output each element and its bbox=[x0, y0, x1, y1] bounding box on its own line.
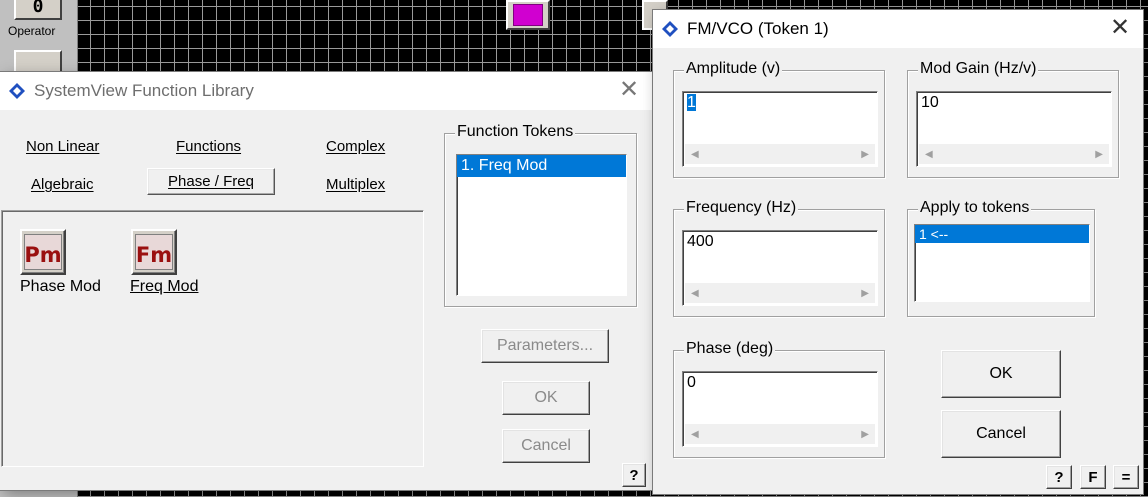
sine-icon bbox=[513, 4, 543, 26]
function-library-dialog: SystemView Function Library ✕ Non Linear… bbox=[0, 72, 652, 490]
frequency-scrollbar[interactable]: ◀ ▶ bbox=[685, 283, 875, 303]
scroll-left-icon[interactable]: ◀ bbox=[691, 149, 699, 160]
apply-tokens-title: Apply to tokens bbox=[918, 199, 1032, 217]
scroll-left-icon[interactable]: ◀ bbox=[691, 288, 699, 299]
fm-icon: Fm bbox=[135, 234, 173, 270]
scroll-right-icon[interactable]: ▶ bbox=[861, 429, 869, 440]
library-help-button[interactable]: ? bbox=[622, 463, 646, 487]
frequency-group: Frequency (Hz) 400 ◀ ▶ bbox=[673, 199, 885, 317]
mod-gain-value: 10 bbox=[921, 94, 939, 111]
pm-icon: Pm bbox=[24, 234, 62, 270]
fm-title: FM/VCO (Token 1) bbox=[687, 19, 829, 38]
scroll-left-icon[interactable]: ◀ bbox=[925, 149, 933, 160]
phase-field[interactable]: 0 ◀ ▶ bbox=[682, 371, 878, 447]
apply-tokens-group: Apply to tokens 1 <-- bbox=[907, 199, 1095, 317]
library-title: SystemView Function Library bbox=[34, 81, 254, 100]
tab-complex[interactable]: Complex bbox=[326, 138, 385, 155]
fm-titlebar[interactable]: FM/VCO (Token 1) ✕ bbox=[653, 10, 1143, 48]
list-item[interactable]: 1 <-- bbox=[915, 225, 1089, 243]
operator-glyph: 0 bbox=[32, 0, 44, 17]
phase-mod-label: Phase Mod bbox=[20, 278, 101, 295]
library-close-icon[interactable]: ✕ bbox=[616, 78, 642, 104]
operator-token-button[interactable]: 0 bbox=[14, 0, 62, 20]
tab-non-linear[interactable]: Non Linear bbox=[26, 138, 99, 155]
scroll-right-icon[interactable]: ▶ bbox=[861, 149, 869, 160]
fm-vco-dialog: FM/VCO (Token 1) ✕ Amplitude (v) 1 ◀ ▶ Mo… bbox=[653, 10, 1143, 494]
fm-equals-button[interactable]: = bbox=[1113, 465, 1139, 489]
library-titlebar[interactable]: SystemView Function Library ✕ bbox=[0, 72, 652, 110]
fm-f-button[interactable]: F bbox=[1080, 465, 1106, 489]
tab-multiplex[interactable]: Multiplex bbox=[326, 176, 385, 193]
scroll-right-icon[interactable]: ▶ bbox=[1095, 149, 1103, 160]
app-diamond-icon bbox=[9, 83, 25, 99]
parameters-button[interactable]: Parameters... bbox=[481, 329, 609, 363]
phase-mod-tool[interactable]: Pm bbox=[20, 229, 66, 275]
apply-tokens-list[interactable]: 1 <-- bbox=[914, 224, 1090, 302]
scroll-right-icon[interactable]: ▶ bbox=[861, 288, 869, 299]
tab-phase-freq[interactable]: Phase / Freq bbox=[147, 168, 275, 195]
mod-gain-scrollbar[interactable]: ◀ ▶ bbox=[919, 144, 1109, 164]
tab-algebraic[interactable]: Algebraic bbox=[31, 176, 94, 193]
amplitude-label: Amplitude (v) bbox=[684, 60, 783, 78]
frequency-label: Frequency (Hz) bbox=[684, 199, 799, 217]
phase-scrollbar[interactable]: ◀ ▶ bbox=[685, 424, 875, 444]
frequency-field[interactable]: 400 ◀ ▶ bbox=[682, 230, 878, 306]
amplitude-group: Amplitude (v) 1 ◀ ▶ bbox=[673, 60, 885, 178]
fm-close-icon[interactable]: ✕ bbox=[1107, 16, 1133, 42]
operator-label: Operator bbox=[8, 24, 56, 38]
function-tokens-list[interactable]: 1. Freq Mod bbox=[456, 154, 627, 296]
tab-functions[interactable]: Functions bbox=[176, 138, 241, 155]
fm-cancel-button[interactable]: Cancel bbox=[941, 410, 1061, 458]
amplitude-scrollbar[interactable]: ◀ ▶ bbox=[685, 144, 875, 164]
fm-ok-button[interactable]: OK bbox=[941, 350, 1061, 398]
freq-mod-label: Freq Mod bbox=[130, 278, 199, 295]
app-diamond-icon bbox=[662, 21, 678, 37]
freq-mod-tool[interactable]: Fm bbox=[131, 229, 177, 275]
scroll-left-icon[interactable]: ◀ bbox=[691, 429, 699, 440]
phase-label: Phase (deg) bbox=[684, 340, 776, 358]
function-tokens-group: Function Tokens 1. Freq Mod bbox=[444, 123, 637, 307]
phase-group: Phase (deg) 0 ◀ ▶ bbox=[673, 340, 885, 458]
phase-value: 0 bbox=[687, 374, 696, 391]
amplitude-value: 1 bbox=[687, 94, 696, 111]
frequency-value: 400 bbox=[687, 233, 714, 250]
amplitude-field[interactable]: 1 ◀ ▶ bbox=[682, 91, 878, 167]
function-tokens-title: Function Tokens bbox=[455, 123, 576, 141]
mod-gain-label: Mod Gain (Hz/v) bbox=[918, 60, 1039, 78]
fm-help-button[interactable]: ? bbox=[1046, 465, 1072, 489]
library-cancel-button[interactable]: Cancel bbox=[502, 429, 590, 463]
library-ok-button[interactable]: OK bbox=[502, 381, 590, 415]
list-item[interactable]: 1. Freq Mod bbox=[457, 155, 626, 177]
mod-gain-field[interactable]: 10 ◀ ▶ bbox=[916, 91, 1112, 167]
sinusoid-token[interactable] bbox=[506, 0, 550, 30]
mod-gain-group: Mod Gain (Hz/v) 10 ◀ ▶ bbox=[907, 60, 1119, 178]
tool-panel: Pm Phase Mod Fm Freq Mod bbox=[1, 210, 424, 467]
